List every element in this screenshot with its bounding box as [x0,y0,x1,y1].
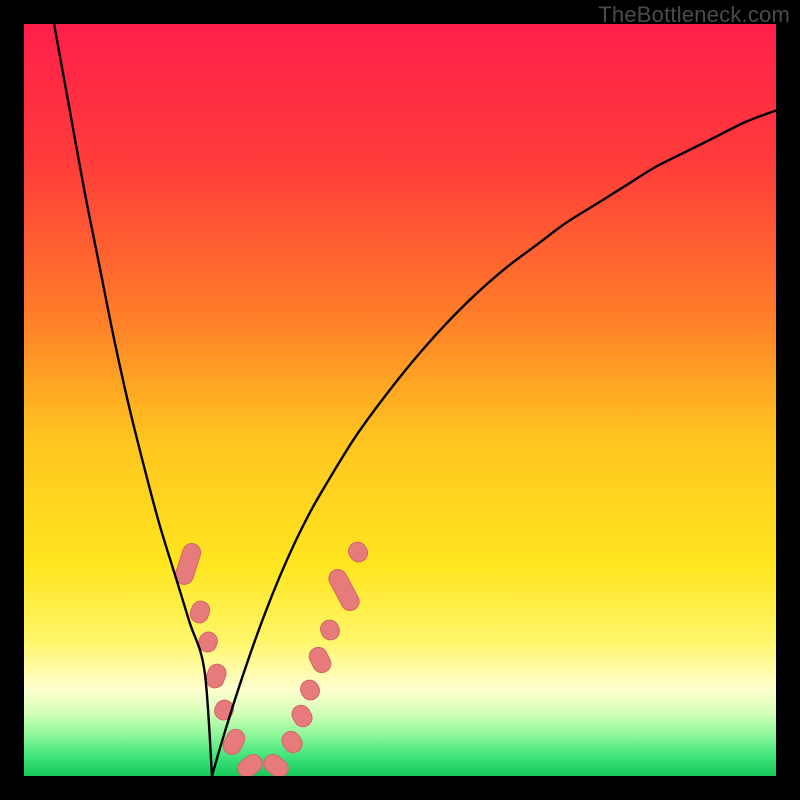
plot-area [24,24,776,776]
chart-svg [24,24,776,776]
gradient-background [24,24,776,776]
chart-frame: TheBottleneck.com [0,0,800,800]
